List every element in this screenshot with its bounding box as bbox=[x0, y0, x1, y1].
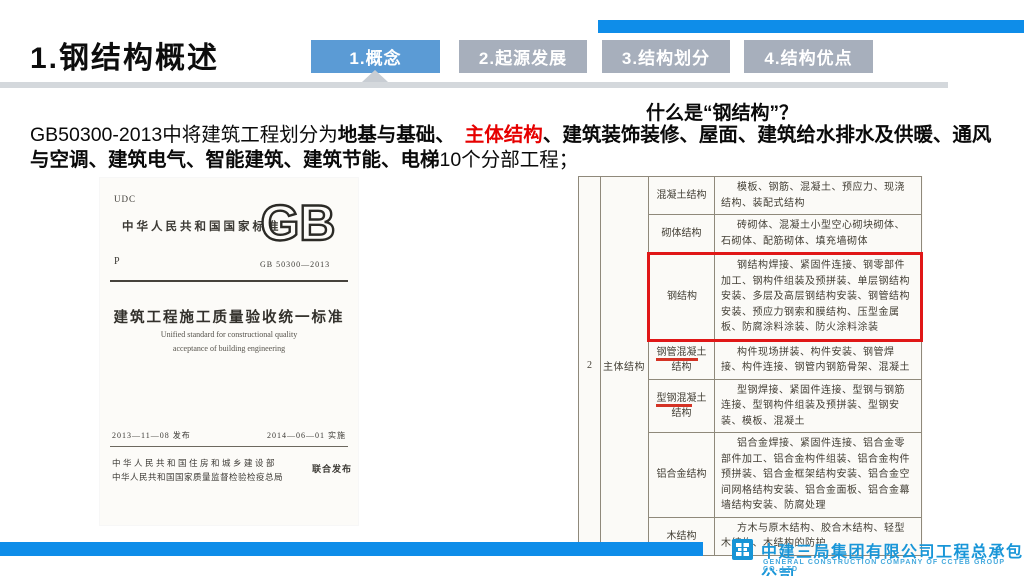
cover-issue-date: 2013—11—08 发布 bbox=[112, 431, 191, 440]
para-red-term: 主体结构 bbox=[464, 124, 543, 146]
tab-structure-advantages-label: 4.结构优点 bbox=[764, 49, 853, 68]
row-number-cell: 2 bbox=[578, 176, 601, 556]
slide: 1.钢结构概述 1.概念 2.起源发展 3.结构划分 4.结构优点 什么是“钢结… bbox=[0, 0, 1024, 576]
items-steel: 钢结构焊接、紧固件连接、钢零部件加工、钢构件组装及预拼装、单层钢结构安装、多层及… bbox=[714, 252, 923, 342]
para-prefix: GB50300-2013中将建筑工程划分为 bbox=[30, 124, 338, 146]
intro-paragraph: GB50300-2013中将建筑工程划分为地基与基础、 主体结构、建筑装饰装修、屋… bbox=[30, 123, 994, 173]
footer-accent-bar bbox=[0, 542, 703, 556]
cover-udc: UDC bbox=[114, 194, 137, 204]
items-steel-tube-concrete: 构件现场拼装、构件安装、钢管焊接、构件连接、钢管内钢筋骨架、混凝土 bbox=[714, 339, 922, 380]
question-heading: 什么是“钢结构”？ bbox=[646, 103, 799, 124]
cover-title-en-1: Unified standard for constructional qual… bbox=[160, 330, 298, 339]
cover-issuers: 中华人民共和国住房和城乡建设部 中华人民共和国国家质量监督检验检疫总局 bbox=[112, 456, 312, 484]
tab-origin-development[interactable]: 2.起源发展 bbox=[459, 40, 587, 73]
cover-standard-number: GB 50300—2013 bbox=[260, 260, 331, 269]
header-divider bbox=[0, 82, 948, 88]
para-suffix: 10个分部工程； bbox=[439, 149, 579, 171]
cover-p-mark: P bbox=[114, 256, 120, 267]
cover-rule-2 bbox=[110, 446, 348, 447]
svg-text:GB: GB bbox=[261, 195, 336, 250]
category-steel-tube-concrete: 钢管混凝土结构 bbox=[648, 339, 715, 380]
category-section-steel-concrete: 型钢混凝土结构 bbox=[648, 378, 715, 433]
classification-table-image: 2 主体结构 混凝土结构 模板、钢筋、混凝土、预应力、现浇结构、装配式结构 砌体… bbox=[578, 176, 923, 556]
cscec-logo-icon bbox=[732, 539, 753, 560]
cover-title-en-2: acceptance of building engineering bbox=[172, 344, 286, 353]
cover-title-cn: 建筑工程施工质量验收统一标准 bbox=[113, 310, 345, 326]
cover-issuer-1: 中华人民共和国住房和城乡建设部 bbox=[112, 458, 278, 468]
company-name-en: GENERAL CONSTRUCTION COMPANY OF CCTEB GR… bbox=[763, 559, 1006, 573]
active-tab-pointer-icon bbox=[362, 70, 388, 82]
items-masonry: 砖砌体、混凝土小型空心砌块砌体、石砌体、配筋砌体、填充墙砌体 bbox=[714, 214, 922, 254]
gb-standard-cover-image: UDC 中华人民共和国国家标准 GB GB 50300—2013 P 建筑工程施… bbox=[100, 178, 358, 525]
cover-impl-date: 2014—06—01 实施 bbox=[267, 431, 346, 440]
tab-structure-advantages[interactable]: 4.结构优点 bbox=[744, 40, 873, 73]
category-steel: 钢结构 bbox=[647, 252, 715, 342]
cover-rule bbox=[110, 280, 348, 282]
cover-issuer-2: 中华人民共和国国家质量监督检验检疫总局 bbox=[112, 472, 284, 482]
items-concrete: 模板、钢筋、混凝土、预应力、现浇结构、装配式结构 bbox=[714, 176, 922, 215]
items-aluminium: 铝合金焊接、紧固件连接、铝合金零部件加工、铝合金构件组装、铝合金构件预拼装、铝合… bbox=[714, 432, 922, 518]
cover-joint-release: 联合发布 bbox=[312, 464, 353, 474]
category-concrete: 混凝土结构 bbox=[648, 176, 715, 215]
para-bold-foundation: 地基与基础、 bbox=[337, 124, 455, 146]
tab-concept-label: 1.概念 bbox=[349, 49, 402, 68]
division-cell: 主体结构 bbox=[600, 176, 649, 556]
tab-concept[interactable]: 1.概念 bbox=[311, 40, 440, 73]
page-title: 1.钢结构概述 bbox=[30, 42, 220, 75]
category-masonry: 砌体结构 bbox=[648, 214, 715, 254]
cover-date-row: 2013—11—08 发布 2014—06—01 实施 bbox=[112, 430, 346, 441]
top-accent-bar bbox=[598, 20, 1024, 33]
items-section-steel-concrete: 型钢焊接、紧固件连接、型钢与钢筋连接、型钢构件组装及预拼装、型钢安装、模板、混凝… bbox=[714, 378, 922, 433]
table-row: 2 主体结构 混凝土结构 模板、钢筋、混凝土、预应力、现浇结构、装配式结构 bbox=[578, 176, 922, 556]
gb-logo-icon: GB bbox=[250, 194, 346, 255]
tab-structure-division[interactable]: 3.结构划分 bbox=[602, 40, 730, 73]
classification-table: 2 主体结构 混凝土结构 模板、钢筋、混凝土、预应力、现浇结构、装配式结构 砌体… bbox=[578, 176, 923, 556]
tab-structure-division-label: 3.结构划分 bbox=[621, 49, 711, 68]
category-aluminium: 铝合金结构 bbox=[648, 432, 715, 518]
tab-origin-development-label: 2.起源发展 bbox=[478, 49, 568, 68]
